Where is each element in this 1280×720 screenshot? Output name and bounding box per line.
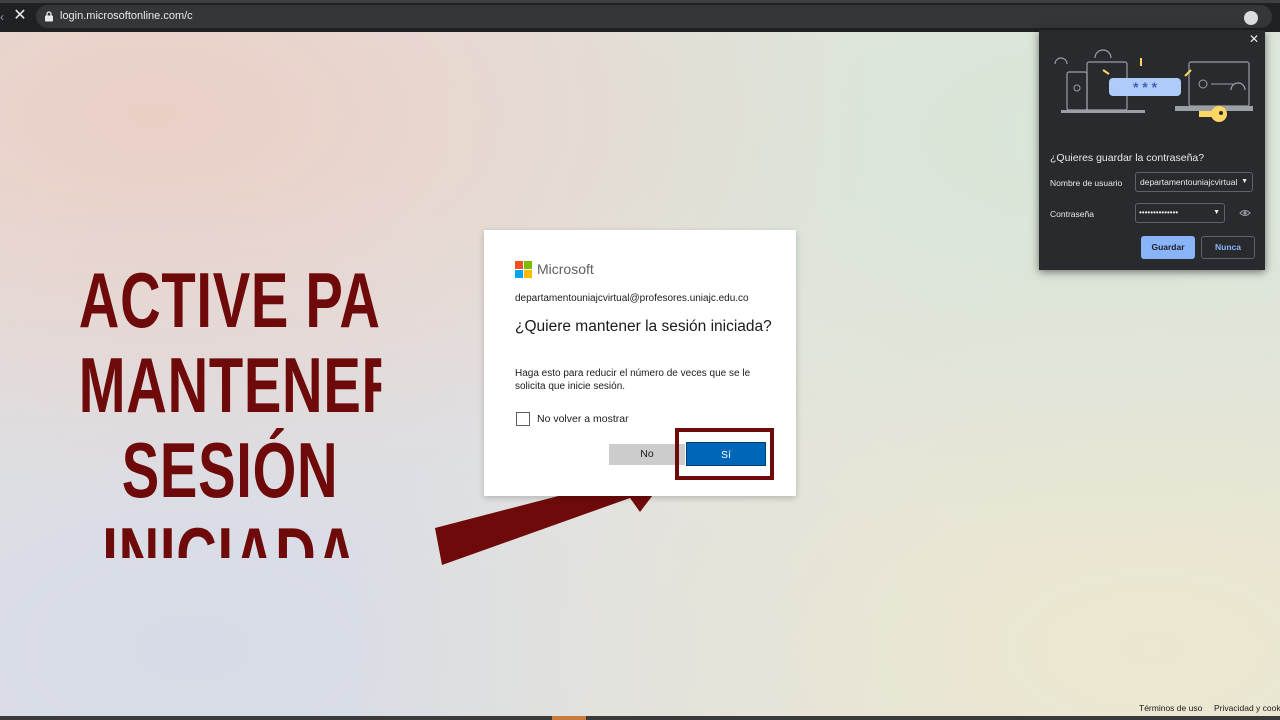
popup-title: ¿Quieres guardar la contraseña? xyxy=(1050,152,1205,164)
address-bar[interactable]: login.microsoftonline.com/c ☆ xyxy=(36,5,1272,28)
chevron-down-icon: ▼ xyxy=(1241,178,1248,185)
annotation-text: ACTIVE PARA MANTENER LA SESIÓN INICIADA xyxy=(79,258,381,558)
terms-link[interactable]: Términos de uso xyxy=(1139,703,1202,713)
eye-icon[interactable] xyxy=(1239,209,1251,217)
taskbar-strip xyxy=(0,716,1280,720)
never-save-button[interactable]: Nunca xyxy=(1201,236,1255,259)
dialog-description: Haga esto para reducir el número de vece… xyxy=(515,368,751,392)
browser-toolbar: ‹ ✕ login.microsoftonline.com/c ☆ xyxy=(0,0,1280,32)
username-select[interactable]: departamentouniajcvirtual ▼ xyxy=(1135,172,1253,192)
username-label: Nombre de usuario xyxy=(1050,178,1123,188)
password-label: Contraseña xyxy=(1050,209,1094,219)
chevron-down-icon: ▼ xyxy=(1213,209,1220,216)
back-arrow-icon[interactable]: ‹ xyxy=(0,10,6,24)
password-illustration-icon: * * * xyxy=(1054,49,1253,122)
lock-icon xyxy=(45,11,53,22)
account-email: departamentouniajcvirtual@profesores.uni… xyxy=(515,293,749,304)
privacy-link[interactable]: Privacidad y cookies xyxy=(1214,703,1280,713)
url-text[interactable]: login.microsoftonline.com/c xyxy=(60,5,193,28)
illustration-stars: * * * xyxy=(1133,79,1158,95)
close-icon[interactable]: ✕ xyxy=(11,7,29,25)
username-value: departamentouniajcvirtual xyxy=(1140,177,1238,187)
annotation-line-4: INICIADA xyxy=(102,511,358,559)
password-select[interactable]: •••••••••••••• ▼ xyxy=(1135,203,1225,223)
save-password-button[interactable]: Guardar xyxy=(1141,236,1195,259)
no-button[interactable]: No xyxy=(609,444,685,465)
annotation-line-3: SESIÓN xyxy=(121,426,339,514)
password-value: •••••••••••••• xyxy=(1139,208,1179,217)
stay-signed-in-dialog: Microsoft departamentouniajcvirtual@prof… xyxy=(484,230,796,496)
annotation-line-1: ACTIVE PARA xyxy=(78,258,381,344)
annotation-line-2: MANTENER LA xyxy=(78,341,382,429)
taskbar-indicator xyxy=(552,716,586,720)
dialog-title: ¿Quiere mantener la sesión iniciada? xyxy=(515,318,772,335)
profile-avatar[interactable] xyxy=(1244,11,1258,25)
tab-strip xyxy=(0,0,1280,3)
microsoft-logo-icon xyxy=(515,261,532,278)
brand-name: Microsoft xyxy=(537,261,594,277)
dont-show-again-checkbox[interactable] xyxy=(516,412,530,426)
dont-show-again-label[interactable]: No volver a mostrar xyxy=(537,412,629,426)
yes-button[interactable]: Sí xyxy=(686,442,766,466)
save-password-popup: ✕ * * * ¿Quieres guardar la contraseña? … xyxy=(1039,30,1265,270)
